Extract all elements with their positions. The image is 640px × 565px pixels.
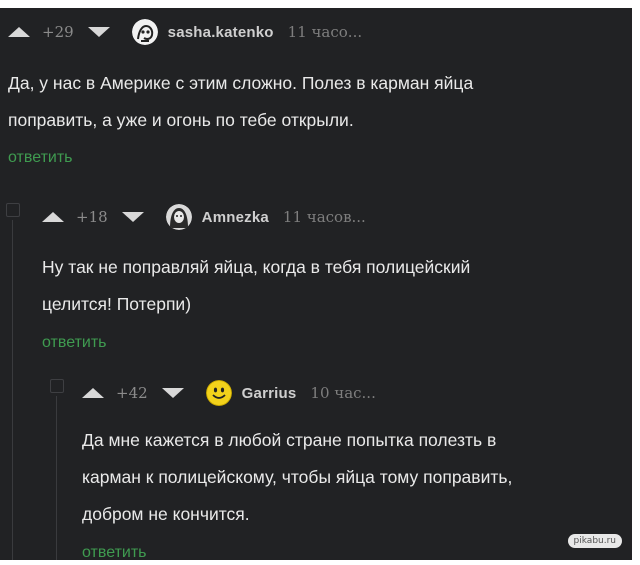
upvote-icon[interactable] (82, 388, 104, 398)
comment-header: +29 sasha.katenko 11 часо... (8, 17, 362, 47)
comment-rating: +18 (76, 208, 108, 226)
comment-line: Ну так не поправляй яйца, когда в тебя п… (42, 257, 471, 277)
collapse-toggle[interactable] (50, 379, 64, 393)
comment-line: целится! Потерпи) (42, 294, 192, 314)
comment-line: Да мне кажется в любой стране попытка по… (82, 430, 497, 450)
timestamp: 10 час... (310, 384, 376, 402)
thread-guide-line[interactable] (12, 220, 13, 560)
comment-line: карман к полицейскому, чтобы яйца тому п… (82, 467, 513, 487)
collapse-toggle[interactable] (6, 203, 20, 217)
downvote-icon[interactable] (87, 27, 110, 37)
comment-header: +18 Amnezka 11 часов... (42, 202, 366, 232)
comment-header: +42 Garrius 10 час... (82, 378, 376, 408)
username[interactable]: Amnezka (202, 209, 269, 226)
comment-line: поправить, а уже и огонь по тебе открыли… (8, 110, 354, 130)
downvote-icon[interactable] (161, 388, 184, 398)
upvote-icon[interactable] (42, 212, 64, 222)
comment-text: Да мне кажется в любой стране попытка по… (82, 422, 512, 533)
reply-link[interactable]: ответить (8, 149, 73, 167)
upvote-icon[interactable] (8, 27, 30, 37)
comment-line: Да, у нас в Америке с этим сложно. Полез… (8, 73, 474, 93)
comment-text: Да, у нас в Америке с этим сложно. Полез… (8, 65, 473, 139)
comment-rating: +29 (42, 23, 74, 41)
username[interactable]: Garrius (242, 385, 297, 402)
timestamp: 11 часов... (282, 208, 366, 226)
avatar-portrait-icon[interactable] (165, 204, 192, 230)
downvote-icon[interactable] (121, 212, 144, 222)
watermark: pikabu.ru (567, 534, 622, 548)
reply-link[interactable]: ответить (82, 544, 147, 562)
username[interactable]: sasha.katenko (168, 24, 274, 41)
comment-line: добром не кончится. (82, 504, 250, 524)
reply-link[interactable]: ответить (42, 334, 107, 352)
avatar-sketch-icon[interactable] (131, 19, 158, 45)
smiley-face-icon[interactable] (205, 380, 232, 406)
comment-text: Ну так не поправляй яйца, когда в тебя п… (42, 249, 470, 323)
thread-guide-line[interactable] (56, 396, 57, 560)
timestamp: 11 часо... (287, 23, 363, 41)
comment-rating: +42 (116, 384, 148, 402)
comment-thread: +29 sasha.katenko 11 часо... Да, у нас в… (0, 8, 632, 562)
